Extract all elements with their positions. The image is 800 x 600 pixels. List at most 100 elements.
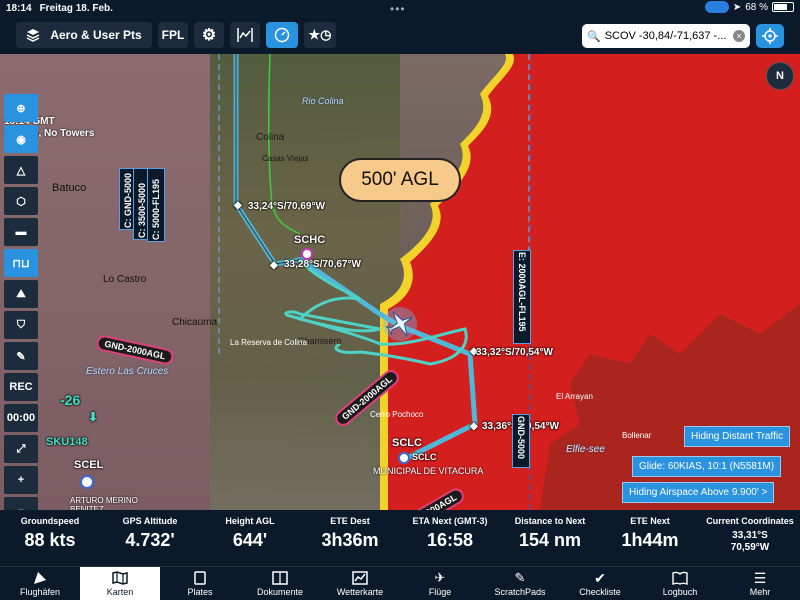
draw-button[interactable]: ✎: [4, 342, 38, 370]
gear-icon: ⚙: [201, 27, 217, 44]
instrument-distance-next[interactable]: Distance to Next 154 nm: [500, 510, 600, 566]
tab-label: Wetterkarte: [336, 587, 384, 597]
profile-icon: ⊓⊔: [12, 257, 30, 270]
battery-icon: [772, 2, 794, 12]
tab-dokumente[interactable]: Dokumente: [240, 567, 320, 600]
airport-symbol-icon[interactable]: [398, 452, 410, 464]
favorites-recent-button[interactable]: ★◷: [304, 22, 336, 48]
tab-wetterkarte[interactable]: Wetterkarte: [320, 567, 400, 600]
layers-button[interactable]: Aero & User Pts: [16, 22, 152, 48]
instruments-button[interactable]: [266, 22, 298, 48]
profile-view-icon: [237, 28, 253, 42]
multitask-dots-icon[interactable]: •••: [390, 2, 406, 16]
track-up-button[interactable]: ⊕: [4, 94, 38, 122]
star-clock-icon: ★◷: [308, 27, 332, 42]
map-tools-column: ⊕ ◉ △ ⬡ ▬ ⊓⊔ ⛰ ⛉ ✎ REC 00:00 ⤢ + −: [4, 94, 38, 510]
zoom-in-button[interactable]: +: [4, 466, 38, 494]
target-icon: ⊕: [16, 102, 26, 115]
instrument-current-coordinates[interactable]: Current Coordinates 33,31°S 70,59°W: [700, 510, 800, 566]
taxi-button[interactable]: ▬: [4, 218, 38, 246]
tab-flughaefen[interactable]: Flughäfen: [0, 567, 80, 600]
instrument-value: 154 nm: [518, 530, 582, 550]
terrain-button[interactable]: ⛰: [4, 280, 38, 308]
tab-checkliste[interactable]: ✔ Checkliste: [560, 567, 640, 600]
status-bar: 18:14 Freitag 18. Feb. ••• ➤ 68 %: [0, 0, 800, 16]
profile-view-button[interactable]: [230, 22, 260, 48]
instrument-ete-next[interactable]: ETE Next 1h44m: [600, 510, 700, 566]
record-button[interactable]: REC: [4, 373, 38, 401]
agl-alert-bubble[interactable]: 500' AGL: [339, 158, 461, 202]
hiding-traffic-pill[interactable]: Hiding Distant Traffic: [684, 426, 791, 447]
pencil-icon: ✎: [514, 570, 526, 585]
search-input[interactable]: SCOV -30,84/-71,637 -...: [605, 30, 733, 42]
instrument-label: ETE Next: [630, 516, 670, 526]
instrument-groundspeed[interactable]: Groundspeed 88 kts: [0, 510, 100, 566]
instrument-value: 1h44m: [621, 530, 679, 550]
glide-pill[interactable]: Glide: 60KIAS, 10:1 (N5581M): [632, 456, 782, 477]
tab-logbuch[interactable]: Logbuch: [640, 567, 720, 600]
waypoint-diamond-icon[interactable]: ◆: [234, 200, 242, 211]
waypoint-diamond-icon[interactable]: ◆: [270, 260, 278, 271]
settings-button[interactable]: ⚙: [194, 22, 224, 48]
waypoint-diamond-icon[interactable]: ◆: [470, 421, 478, 432]
airspace-label-class-c[interactable]: C: 5000-FL195: [147, 168, 165, 242]
instrument-gps-altitude[interactable]: GPS Altitude 4.732': [100, 510, 200, 566]
checkmark-icon: ✔: [594, 569, 606, 586]
highway-button[interactable]: ⛉: [4, 311, 38, 339]
instrument-ete-dest[interactable]: ETE Dest 3h36m: [300, 510, 400, 566]
status-date: Freitag 18. Feb.: [39, 2, 113, 14]
weather-chart-icon: [352, 571, 368, 585]
documents-icon: [272, 571, 288, 585]
tab-label: Flüge: [428, 587, 452, 597]
airport-label-scel[interactable]: SCEL: [74, 459, 103, 471]
airport-symbol-icon[interactable]: [80, 475, 94, 489]
triangle-icon: △: [16, 164, 26, 177]
place-label: Elfie-see: [566, 444, 605, 455]
timer-button[interactable]: 00:00: [4, 404, 38, 432]
instrument-panel[interactable]: Groundspeed 88 kts GPS Altitude 4.732' H…: [0, 510, 800, 566]
profile-button[interactable]: ⊓⊔: [4, 249, 38, 277]
airport-label-sclc[interactable]: SCLC: [392, 437, 422, 449]
instrument-eta-next[interactable]: ETA Next (GMT-3) 16:58: [400, 510, 500, 566]
tab-fluege[interactable]: ✈ Flüge: [400, 567, 480, 600]
tab-karten[interactable]: Karten: [80, 567, 160, 600]
ownship-airplane-icon[interactable]: [380, 304, 420, 344]
coordinate-lat: 33,31°S: [732, 530, 768, 541]
place-label: Lo Castro: [103, 274, 147, 285]
place-label: Colina: [256, 132, 285, 143]
traffic-callsign[interactable]: SKU148: [46, 436, 88, 448]
place-label: Rio Colina: [302, 96, 344, 106]
tab-label: Plates: [187, 587, 213, 597]
airport-label-schc[interactable]: SCHC: [294, 234, 325, 246]
north-up-button[interactable]: N: [766, 62, 794, 90]
tab-plates[interactable]: Plates: [160, 567, 240, 600]
zoom-out-button[interactable]: −: [4, 497, 38, 510]
moving-map[interactable]: ◆ 33,24°S/70,69°W ◆ 33,28°S/70,67°W ◆ 33…: [0, 54, 800, 510]
airport-symbol-icon[interactable]: [301, 248, 313, 260]
clear-search-icon[interactable]: ×: [733, 30, 745, 42]
tab-mehr[interactable]: ☰ Mehr: [720, 567, 800, 600]
search-box[interactable]: 🔍 SCOV -30,84/-71,637 -... ×: [582, 24, 750, 48]
instrument-height-agl[interactable]: Height AGL 644': [200, 510, 300, 566]
place-label: Cerro Pochoco: [370, 410, 424, 419]
center-ownship-button[interactable]: ◉: [4, 125, 38, 153]
instrument-label: Height AGL: [225, 516, 275, 526]
route-layer-button[interactable]: ⬡: [4, 187, 38, 215]
search-icon: 🔍: [587, 30, 601, 43]
route-edit-button[interactable]: ⤢: [4, 435, 38, 463]
airspace-label-gnd5000[interactable]: GND-5000: [512, 414, 530, 468]
instrument-value: 4.732': [125, 530, 175, 550]
bottom-tab-bar: Flughäfen Karten Plates Dokumente Wetter…: [0, 566, 800, 600]
instrument-label: Groundspeed: [20, 516, 80, 526]
center-location-button[interactable]: [756, 24, 784, 48]
pencil-icon: ✎: [16, 350, 26, 363]
tab-label: ScratchPads: [494, 587, 546, 597]
traffic-layer-button[interactable]: △: [4, 156, 38, 184]
waypoint-label: 33,24°S/70,69°W: [248, 201, 325, 212]
tab-scratchpads[interactable]: ✎ ScratchPads: [480, 567, 560, 600]
instrument-label: Distance to Next: [514, 516, 586, 526]
airspace-label-class-e[interactable]: E: 2000AGL-FL195: [513, 250, 531, 344]
tab-label: Karten: [106, 587, 134, 597]
hiding-airspace-pill[interactable]: Hiding Airspace Above 9.900' >: [622, 482, 775, 503]
fpl-button[interactable]: FPL: [158, 22, 188, 48]
